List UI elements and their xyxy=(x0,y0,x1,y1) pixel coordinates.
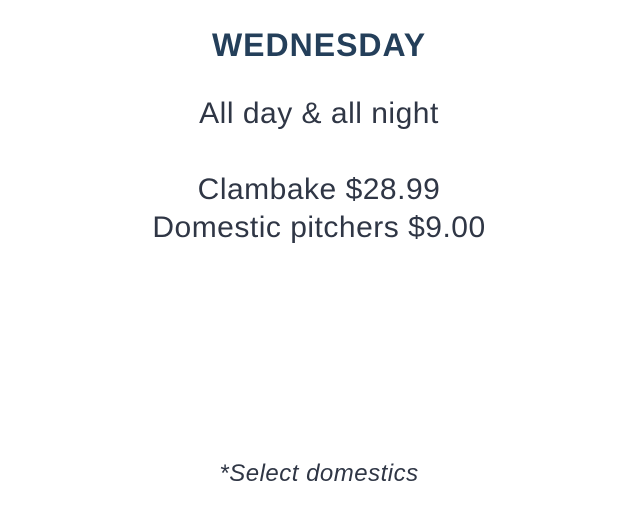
footnote: *Select domestics xyxy=(219,460,419,487)
special-timeframe: All day & all night xyxy=(199,97,439,130)
special-item-domestic-pitchers: Domestic pitchers $9.00 xyxy=(152,211,486,244)
daily-special-card: WEDNESDAY All day & all night Clambake $… xyxy=(0,0,638,512)
special-item-clambake: Clambake $28.99 xyxy=(197,173,441,206)
day-title: WEDNESDAY xyxy=(211,27,427,63)
